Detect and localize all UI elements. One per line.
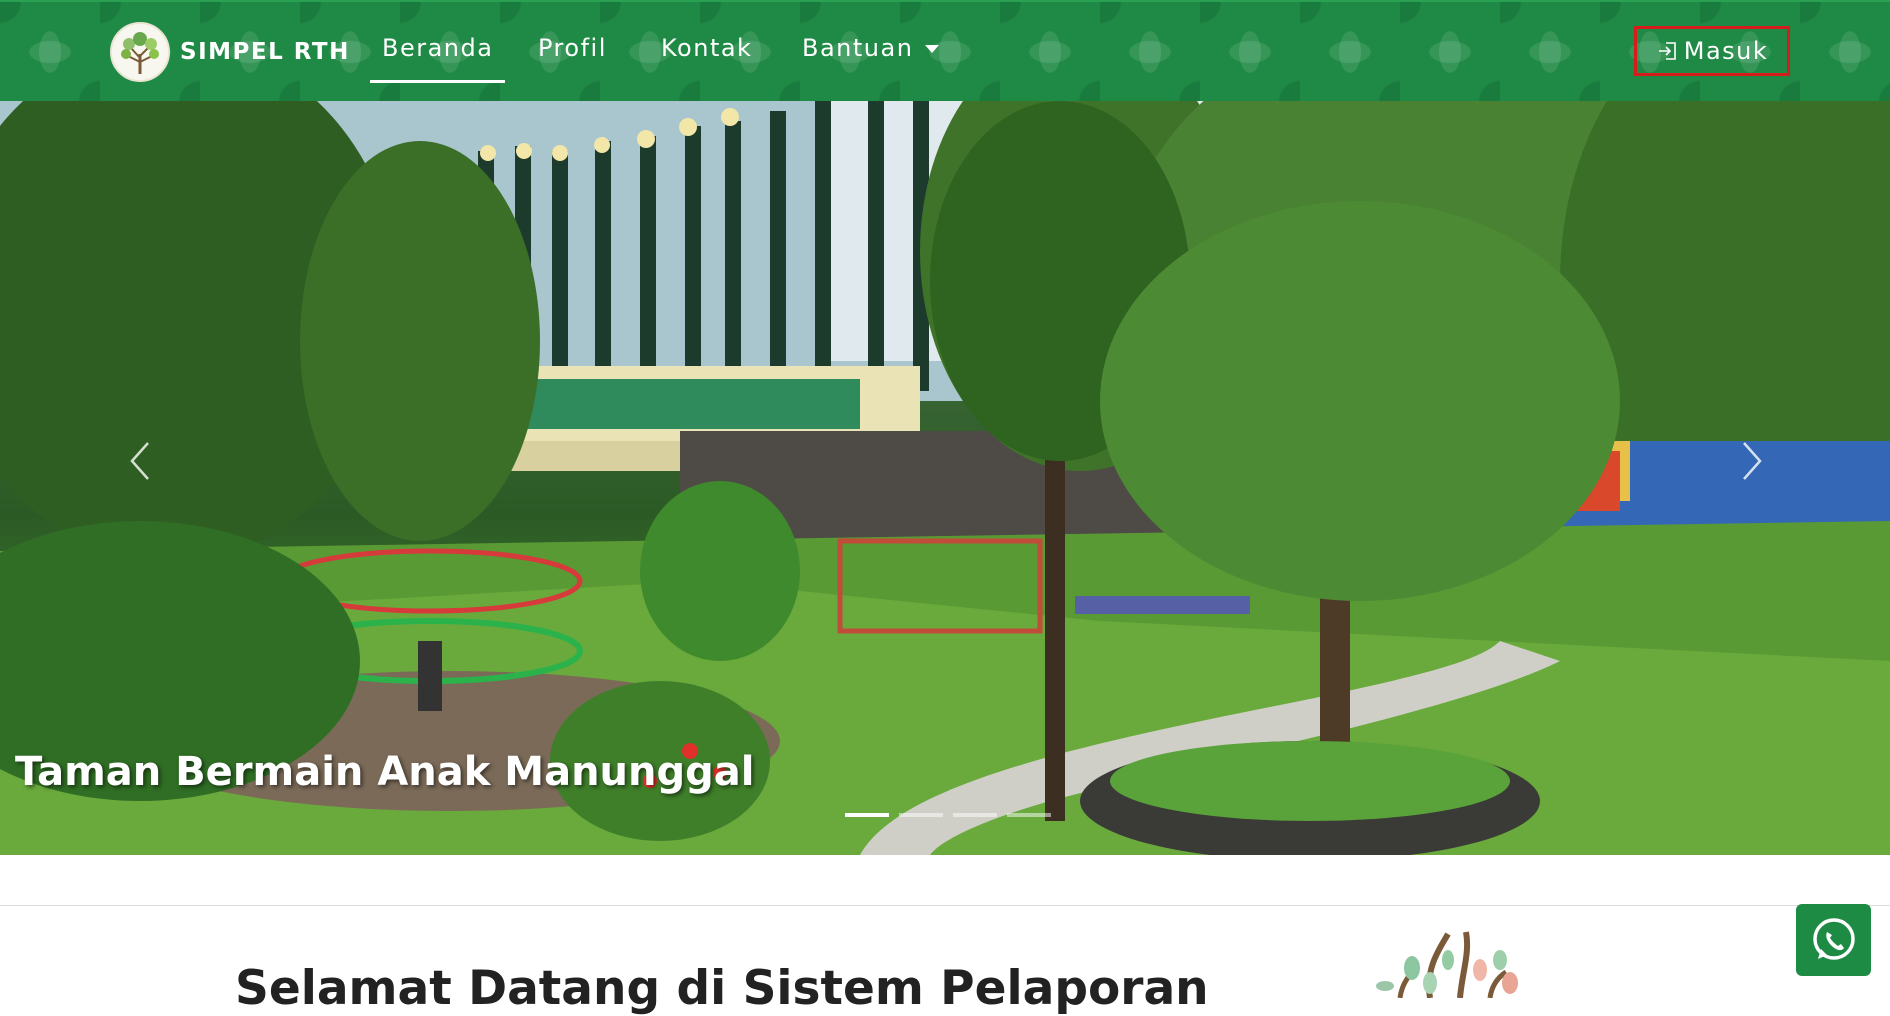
section-divider xyxy=(0,905,1890,906)
carousel-indicator[interactable] xyxy=(899,813,943,817)
carousel-next-button[interactable] xyxy=(1722,431,1782,491)
brand-name: SIMPEL RTH xyxy=(180,39,350,65)
whatsapp-icon xyxy=(1812,918,1855,960)
navbar: SIMPEL RTH Beranda Profil Kontak Bantuan… xyxy=(0,0,1890,101)
nav-kontak[interactable]: Kontak xyxy=(661,34,752,62)
nav-beranda[interactable]: Beranda xyxy=(369,34,506,83)
welcome-title: Selamat Datang di Sistem Pelaporan xyxy=(235,961,1209,1016)
carousel-prev-button[interactable] xyxy=(110,431,170,491)
nav-bantuan-dropdown[interactable]: Bantuan xyxy=(802,34,940,62)
carousel-caption: Taman Bermain Anak Manunggal xyxy=(15,749,755,795)
login-button[interactable]: Masuk xyxy=(1634,26,1790,76)
carousel-indicator[interactable] xyxy=(845,813,889,817)
tree-logo-icon xyxy=(110,22,170,82)
carousel-indicators xyxy=(845,813,1051,817)
hero-carousel: Taman Bermain Anak Manunggal xyxy=(0,101,1890,855)
brand-link[interactable]: SIMPEL RTH xyxy=(110,22,350,82)
caret-down-icon xyxy=(925,45,940,53)
carousel-indicator[interactable] xyxy=(1007,813,1051,817)
login-icon xyxy=(1658,42,1676,60)
plant-illustration xyxy=(1330,928,1590,1002)
park-photo xyxy=(0,101,1890,855)
chevron-left-icon xyxy=(130,442,149,480)
login-label: Masuk xyxy=(1683,37,1769,65)
nav-bantuan-label: Bantuan xyxy=(802,34,914,62)
carousel-indicator[interactable] xyxy=(953,813,997,817)
nav-profil[interactable]: Profil xyxy=(538,34,607,62)
chevron-right-icon xyxy=(1743,442,1762,480)
whatsapp-button[interactable] xyxy=(1796,904,1871,976)
